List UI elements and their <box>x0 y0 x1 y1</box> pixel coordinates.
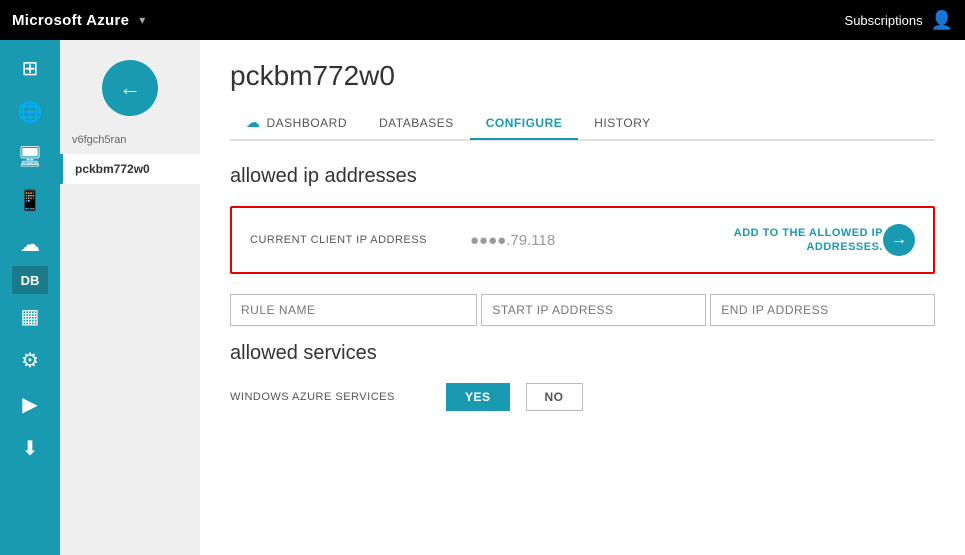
content-header: pckbm772w0 ☁ DASHBOARD DATABASES CONFIGU… <box>200 40 965 141</box>
add-to-allowed-label: ADD TO THE ALLOWED IP ADDRESSES. <box>723 226 883 255</box>
no-toggle-button[interactable]: NO <box>526 383 583 411</box>
arrow-right-icon: → <box>891 231 907 249</box>
tab-history[interactable]: HISTORY <box>578 108 666 140</box>
back-arrow-icon: ← <box>119 75 141 101</box>
tablet-icon[interactable]: 📱 <box>5 178 55 222</box>
tab-databases[interactable]: DATABASES <box>363 108 470 140</box>
account-nav: ← v6fgch5ran pckbm772w0 <box>60 40 200 555</box>
page-title: pckbm772w0 <box>230 60 935 92</box>
history-tab-label: HISTORY <box>594 116 650 130</box>
top-bar-right: Subscriptions 👤 <box>845 10 953 31</box>
top-bar-left: Microsoft Azure ▾ <box>12 12 145 29</box>
current-ip-value: ●●●●.79.118 <box>450 232 723 249</box>
back-button[interactable]: ← <box>102 60 158 116</box>
windows-azure-services-label: WINDOWS AZURE SERVICES <box>230 391 430 403</box>
account-header: v6fgch5ran <box>60 126 200 154</box>
allowed-ip-section: allowed ip addresses CURRENT CLIENT IP A… <box>230 165 935 326</box>
start-ip-input[interactable] <box>481 294 706 326</box>
monitor-icon[interactable]: 🖥 <box>5 134 55 178</box>
add-arrow-button[interactable]: → <box>883 224 915 256</box>
integration-icon[interactable]: ⚙ <box>5 338 55 382</box>
subscriptions-label[interactable]: Subscriptions <box>845 13 923 28</box>
tab-configure[interactable]: CONFIGURE <box>470 108 579 140</box>
tab-dashboard[interactable]: ☁ DASHBOARD <box>230 106 363 141</box>
allowed-services-title: allowed services <box>230 342 935 365</box>
dashboard-tab-label: DASHBOARD <box>267 116 348 130</box>
content-body: allowed ip addresses CURRENT CLIENT IP A… <box>200 141 965 435</box>
end-ip-input[interactable] <box>710 294 935 326</box>
configure-tab-label: CONFIGURE <box>486 116 563 130</box>
media-icon[interactable]: ▶ <box>5 382 55 426</box>
windows-azure-services-row: WINDOWS AZURE SERVICES YES NO <box>230 383 935 411</box>
sidebar: ⊞ 🌐 🖥 📱 ☁ DB ▦ ⚙ ▶ ⬇ <box>0 40 60 555</box>
dropdown-chevron-icon[interactable]: ▾ <box>139 13 145 27</box>
tabs: ☁ DASHBOARD DATABASES CONFIGURE HISTORY <box>230 106 935 141</box>
user-icon[interactable]: 👤 <box>931 10 953 31</box>
content-area: pckbm772w0 ☁ DASHBOARD DATABASES CONFIGU… <box>200 40 965 555</box>
top-bar: Microsoft Azure ▾ Subscriptions 👤 <box>0 0 965 40</box>
table-icon[interactable]: ▦ <box>5 294 55 338</box>
allowed-services-section: allowed services WINDOWS AZURE SERVICES … <box>230 342 935 411</box>
azure-logo: Microsoft Azure <box>12 12 129 29</box>
rule-name-input[interactable] <box>230 294 477 326</box>
current-ip-label: CURRENT CLIENT IP ADDRESS <box>250 234 450 246</box>
account-active-item[interactable]: pckbm772w0 <box>60 154 200 184</box>
add-to-allowed-button[interactable]: ADD TO THE ALLOWED IP ADDRESSES. <box>723 226 883 255</box>
cloud-icon[interactable]: ☁ <box>5 222 55 266</box>
allowed-ip-title: allowed ip addresses <box>230 165 935 188</box>
database-icon[interactable]: DB <box>12 266 48 294</box>
back-button-wrap: ← <box>102 60 158 116</box>
current-ip-box: CURRENT CLIENT IP ADDRESS ●●●●.79.118 AD… <box>230 206 935 274</box>
dashboard-tab-icon: ☁ <box>246 114 261 131</box>
main-layout: ⊞ 🌐 🖥 📱 ☁ DB ▦ ⚙ ▶ ⬇ ← v6fgch5ran pckbm7… <box>0 40 965 555</box>
download-icon[interactable]: ⬇ <box>5 426 55 470</box>
globe-icon[interactable]: 🌐 <box>5 90 55 134</box>
ip-rule-row <box>230 294 935 326</box>
grid-icon[interactable]: ⊞ <box>5 46 55 90</box>
yes-toggle-button[interactable]: YES <box>446 383 510 411</box>
databases-tab-label: DATABASES <box>379 116 454 130</box>
